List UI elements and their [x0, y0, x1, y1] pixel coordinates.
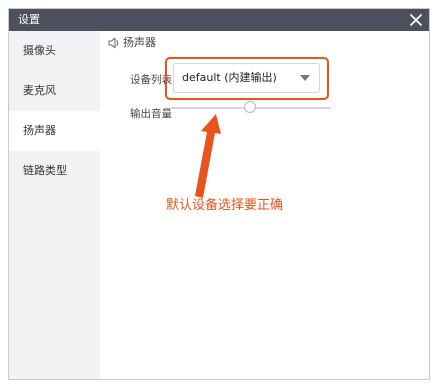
sidebar-item-camera[interactable]: 摄像头	[9, 31, 100, 71]
sidebar: 摄像头 麦克风 扬声器 链路类型	[9, 31, 100, 379]
annotation-text: 默认设备选择要正确	[166, 198, 284, 213]
chevron-down-icon	[300, 75, 310, 81]
section-title: 扬声器	[123, 36, 156, 49]
sidebar-item-label: 扬声器	[23, 124, 56, 137]
close-icon	[410, 14, 422, 26]
sidebar-item-microphone[interactable]: 麦克风	[9, 71, 100, 111]
device-select-value: default (内建输出)	[182, 71, 277, 84]
volume-label: 输出音量	[130, 108, 172, 120]
sidebar-item-label: 链路类型	[23, 164, 67, 177]
close-button[interactable]	[408, 11, 424, 29]
window-title: 设置	[18, 13, 40, 26]
sidebar-item-label: 摄像头	[23, 44, 56, 57]
sidebar-item-link-type[interactable]: 链路类型	[9, 151, 100, 191]
speaker-icon	[108, 37, 119, 49]
sidebar-item-speaker[interactable]: 扬声器	[9, 111, 100, 151]
device-list-label: 设备列表	[130, 74, 172, 86]
title-bar: 设置	[9, 9, 429, 31]
device-select[interactable]: default (内建输出)	[173, 63, 320, 93]
sidebar-item-label: 麦克风	[23, 84, 56, 97]
volume-slider-handle[interactable]	[244, 101, 256, 113]
